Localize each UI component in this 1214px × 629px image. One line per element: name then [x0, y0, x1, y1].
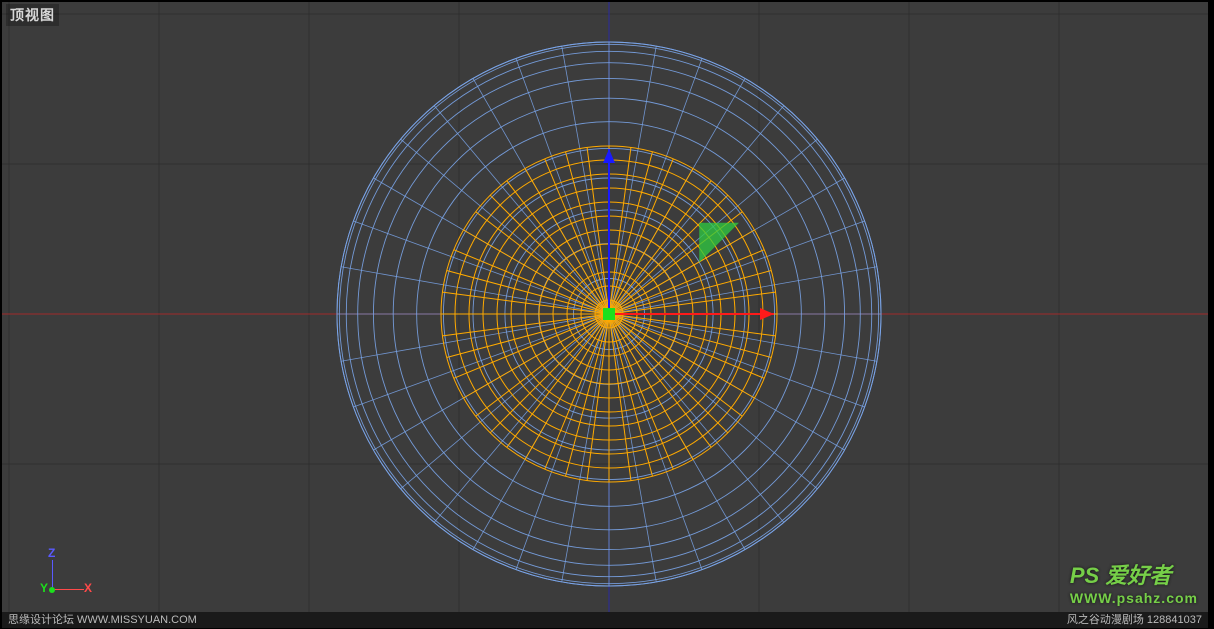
watermark-line1: PS 爱好者: [1070, 558, 1198, 590]
watermark: PS 爱好者 WWW.psahz.com: [1070, 558, 1198, 606]
viewport-label: 顶视图: [6, 4, 59, 26]
scene-canvas[interactable]: [2, 2, 1208, 612]
footer-right: 风之谷动漫剧场 128841037: [1067, 612, 1202, 628]
nav-z-line: [52, 560, 53, 590]
nav-y-dot-icon: [49, 587, 55, 593]
nav-z-label: Z: [48, 546, 55, 560]
watermark-line2: WWW.psahz.com: [1070, 590, 1198, 606]
nav-x-line: [52, 589, 84, 590]
3d-viewport[interactable]: 顶视图 Z X Y PS 爱好者 WWW.psahz.com: [2, 2, 1208, 624]
footer-bar: 思缘设计论坛 WWW.MISSYUAN.COM 风之谷动漫剧场 12884103…: [2, 612, 1208, 628]
nav-y-label: Y: [40, 581, 48, 595]
nav-x-label: X: [84, 581, 92, 595]
footer-left: 思缘设计论坛 WWW.MISSYUAN.COM: [8, 612, 197, 628]
